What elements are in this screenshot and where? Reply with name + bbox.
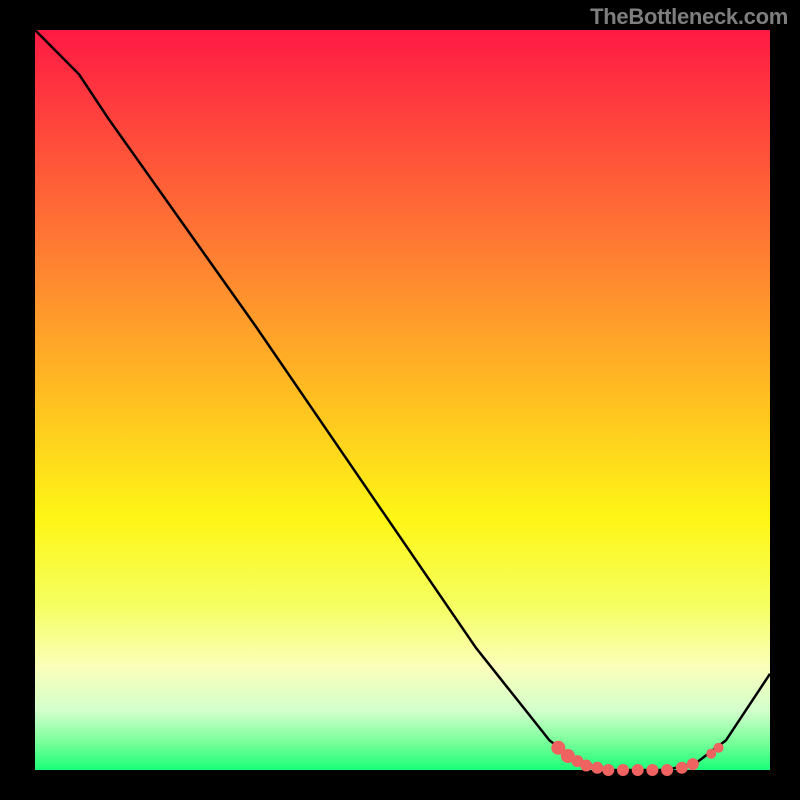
curve-marker: [632, 764, 644, 776]
plot-svg: [0, 0, 800, 800]
curve-marker: [714, 743, 724, 753]
curve-marker: [602, 764, 614, 776]
curve-marker: [661, 764, 673, 776]
curve-marker: [591, 762, 603, 774]
curve-marker: [580, 760, 592, 772]
curve-marker: [646, 764, 658, 776]
watermark-text: TheBottleneck.com: [590, 4, 788, 30]
curve-marker: [676, 762, 688, 774]
bottleneck-chart: TheBottleneck.com: [0, 0, 800, 800]
curve-marker: [687, 758, 699, 770]
curve-marker: [617, 764, 629, 776]
plot-background: [35, 30, 770, 770]
